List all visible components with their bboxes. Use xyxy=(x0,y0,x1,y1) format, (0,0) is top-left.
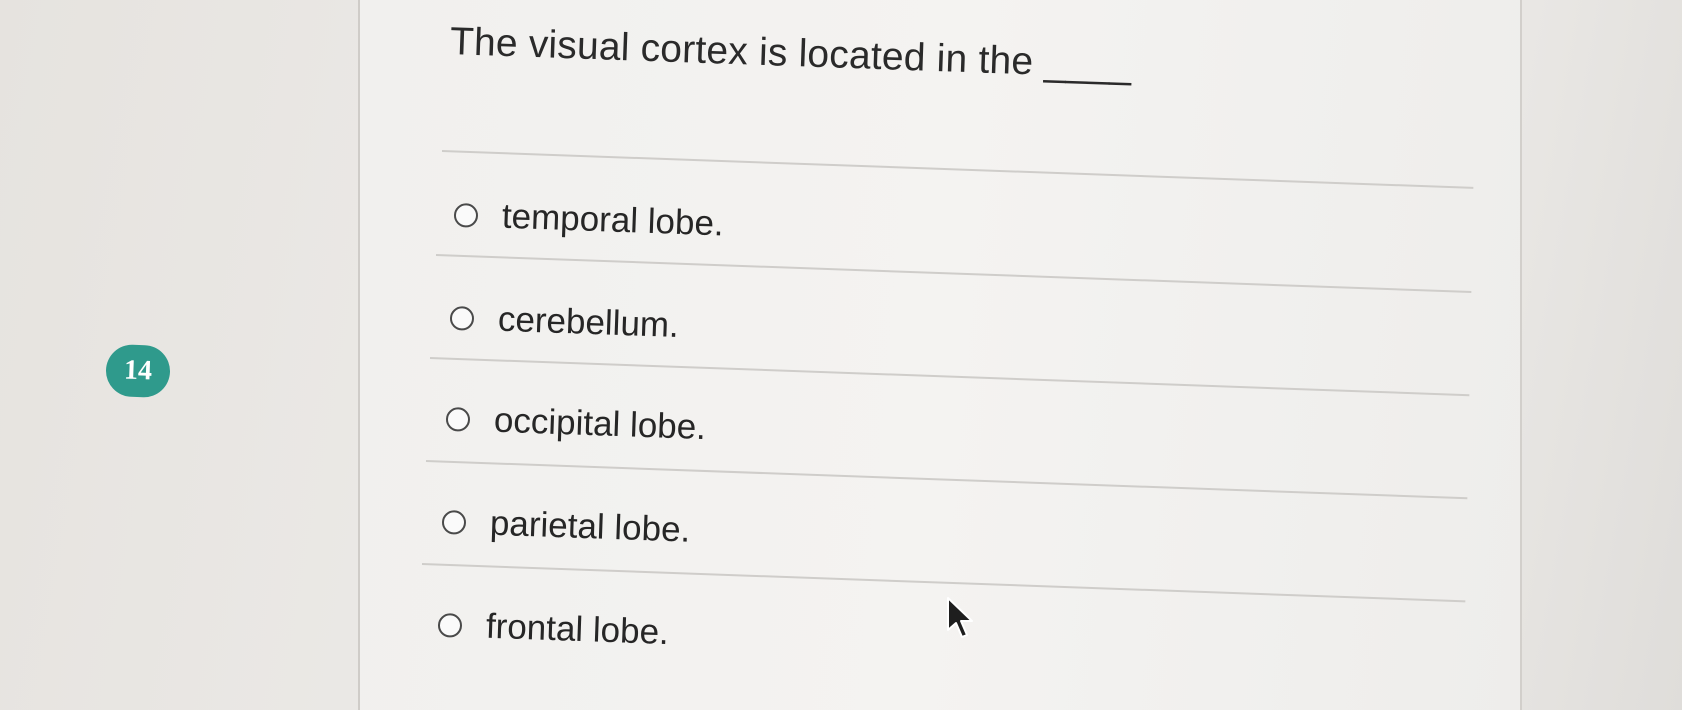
option-divider xyxy=(421,563,1466,603)
radio-unchecked-icon[interactable] xyxy=(441,510,467,535)
radio-unchecked-icon[interactable] xyxy=(453,203,479,228)
option-divider xyxy=(425,460,1468,500)
option-label: occipital lobe. xyxy=(493,400,707,448)
option-temporal-lobe[interactable]: temporal lobe. xyxy=(453,195,724,244)
option-parietal-lobe[interactable]: parietal lobe. xyxy=(441,502,691,551)
option-divider xyxy=(429,357,1470,397)
option-occipital-lobe[interactable]: occipital lobe. xyxy=(445,399,707,448)
radio-unchecked-icon[interactable] xyxy=(445,407,471,432)
option-divider xyxy=(435,254,1472,294)
mouse-pointer-icon xyxy=(947,597,973,638)
radio-unchecked-icon[interactable] xyxy=(437,613,463,638)
option-label: cerebellum. xyxy=(497,299,680,345)
answer-options: temporal lobe. cerebellum. occipital lob… xyxy=(0,0,1682,710)
option-label: parietal lobe. xyxy=(489,503,691,550)
option-divider xyxy=(441,150,1474,189)
option-label: frontal lobe. xyxy=(485,606,670,653)
radio-unchecked-icon[interactable] xyxy=(449,306,475,331)
option-frontal-lobe[interactable]: frontal lobe. xyxy=(437,605,669,653)
option-cerebellum[interactable]: cerebellum. xyxy=(449,298,679,346)
option-label: temporal lobe. xyxy=(501,196,725,244)
